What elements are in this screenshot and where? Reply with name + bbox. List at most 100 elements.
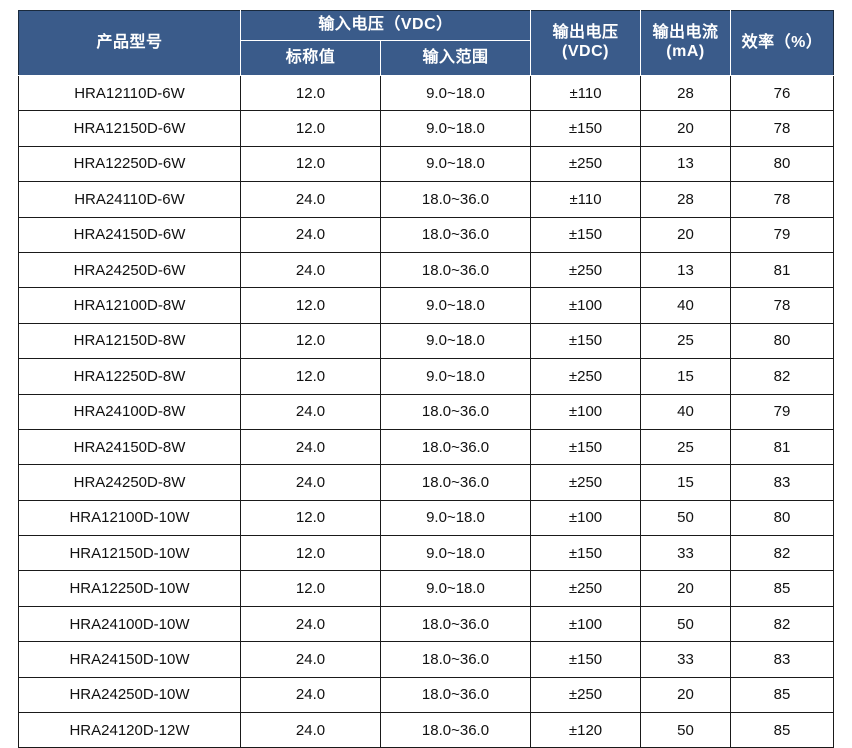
- cell-input-range: 18.0~36.0: [379, 712, 532, 748]
- cell-output-voltage: ±150: [530, 110, 642, 147]
- cell-product-model: HRA24250D-8W: [18, 464, 241, 501]
- cell-nominal-value: 24.0: [240, 641, 381, 678]
- column-header-group-input-voltage: 输入电压（VDC）: [239, 10, 532, 41]
- cell-output-current: 40: [640, 393, 732, 430]
- column-header-output-current-line2: (mA): [666, 43, 705, 60]
- cell-nominal-value: 24.0: [240, 464, 381, 501]
- cell-product-model: HRA12100D-8W: [18, 287, 241, 324]
- cell-output-voltage: ±250: [530, 464, 642, 501]
- cell-input-range: 9.0~18.0: [379, 322, 532, 360]
- cell-output-current: 28: [640, 181, 732, 218]
- table-header-row-1: 产品型号 输入电压（VDC） 输出电压 (VDC) 输出电流 (mA) 效率（%…: [18, 10, 835, 76]
- column-header-output-voltage-line1: 输出电压: [552, 24, 619, 42]
- cell-output-voltage: ±100: [530, 393, 642, 430]
- cell-input-range: 18.0~36.0: [379, 251, 532, 289]
- cell-input-range: 18.0~36.0: [379, 216, 532, 253]
- cell-output-current: 40: [640, 287, 732, 324]
- cell-product-model: HRA12150D-10W: [18, 535, 241, 572]
- cell-output-current: 15: [640, 464, 732, 501]
- table-row: HRA24100D-10W 24.0 18.0~36.0 ±100 50 82: [18, 605, 835, 643]
- cell-output-voltage: ±150: [530, 428, 642, 466]
- cell-input-range: 9.0~18.0: [379, 74, 532, 112]
- cell-output-voltage: ±120: [530, 712, 642, 748]
- cell-input-range: 18.0~36.0: [379, 393, 532, 430]
- cell-output-current: 50: [640, 605, 732, 643]
- table-row: HRA12250D-6W 12.0 9.0~18.0 ±250 13 80: [18, 145, 835, 183]
- column-header-product-model: 产品型号: [18, 10, 241, 76]
- cell-input-range: 18.0~36.0: [379, 605, 532, 643]
- cell-output-voltage: ±250: [530, 570, 642, 607]
- cell-output-voltage: ±150: [530, 216, 642, 253]
- cell-efficiency: 81: [730, 251, 835, 289]
- cell-nominal-value: 12.0: [240, 358, 381, 395]
- cell-output-current: 28: [640, 74, 732, 112]
- cell-input-range: 9.0~18.0: [379, 535, 532, 572]
- cell-output-voltage: ±150: [530, 322, 642, 360]
- table-row: HRA24100D-8W 24.0 18.0~36.0 ±100 40 79: [18, 393, 835, 430]
- table-row: HRA12100D-10W 12.0 9.0~18.0 ±100 50 80: [18, 499, 835, 537]
- cell-product-model: HRA24100D-10W: [18, 605, 241, 643]
- cell-efficiency: 78: [730, 287, 835, 324]
- column-header-output-current-line1: 输出电流: [652, 24, 719, 42]
- cell-nominal-value: 12.0: [240, 322, 381, 360]
- page-canvas: 产品型号 输入电压（VDC） 输出电压 (VDC) 输出电流 (mA) 效率（%…: [0, 0, 852, 748]
- table-row: HRA12250D-10W 12.0 9.0~18.0 ±250 20 85: [18, 570, 835, 607]
- cell-output-voltage: ±250: [530, 676, 642, 714]
- cell-product-model: HRA24150D-8W: [18, 428, 241, 466]
- cell-input-range: 9.0~18.0: [379, 570, 532, 607]
- cell-efficiency: 79: [730, 393, 835, 430]
- cell-output-current: 20: [640, 110, 732, 147]
- cell-product-model: HRA12250D-6W: [18, 145, 241, 183]
- column-header-efficiency: 效率（%）: [730, 10, 835, 76]
- column-header-output-current: 输出电流 (mA): [640, 10, 732, 76]
- table-row: HRA12100D-8W 12.0 9.0~18.0 ±100 40 78: [18, 287, 835, 324]
- cell-efficiency: 78: [730, 110, 835, 147]
- cell-nominal-value: 24.0: [240, 428, 381, 466]
- cell-efficiency: 83: [730, 641, 835, 678]
- cell-product-model: HRA12150D-6W: [18, 110, 241, 147]
- table-row: HRA24250D-10W 24.0 18.0~36.0 ±250 20 85: [18, 676, 835, 714]
- cell-input-range: 18.0~36.0: [379, 428, 532, 466]
- cell-output-voltage: ±250: [530, 145, 642, 183]
- cell-input-range: 18.0~36.0: [379, 181, 532, 218]
- cell-nominal-value: 24.0: [240, 676, 381, 714]
- table-row: HRA24120D-12W 24.0 18.0~36.0 ±120 50 85: [18, 712, 835, 748]
- cell-nominal-value: 12.0: [240, 570, 381, 607]
- cell-product-model: HRA12110D-6W: [18, 74, 241, 112]
- cell-output-current: 13: [640, 145, 732, 183]
- cell-output-voltage: ±100: [530, 499, 642, 537]
- cell-efficiency: 76: [730, 74, 835, 112]
- cell-input-range: 9.0~18.0: [379, 287, 532, 324]
- cell-efficiency: 85: [730, 570, 835, 607]
- cell-product-model: HRA24100D-8W: [18, 393, 241, 430]
- table-row: HRA24150D-10W 24.0 18.0~36.0 ±150 33 83: [18, 641, 835, 678]
- cell-output-current: 25: [640, 322, 732, 360]
- cell-nominal-value: 12.0: [240, 535, 381, 572]
- cell-nominal-value: 24.0: [240, 181, 381, 218]
- cell-output-current: 33: [640, 535, 732, 572]
- column-header-output-voltage-line2: (VDC): [562, 43, 609, 60]
- cell-efficiency: 85: [730, 676, 835, 714]
- cell-efficiency: 80: [730, 499, 835, 537]
- cell-product-model: HRA12150D-8W: [18, 322, 241, 360]
- table-row: HRA24150D-8W 24.0 18.0~36.0 ±150 25 81: [18, 428, 835, 466]
- cell-efficiency: 83: [730, 464, 835, 501]
- cell-product-model: HRA12100D-10W: [18, 499, 241, 537]
- cell-output-current: 20: [640, 216, 732, 253]
- cell-nominal-value: 12.0: [240, 74, 381, 112]
- cell-product-model: HRA24110D-6W: [18, 181, 241, 218]
- cell-input-range: 18.0~36.0: [379, 641, 532, 678]
- table-row: HRA24110D-6W 24.0 18.0~36.0 ±110 28 78: [18, 181, 835, 218]
- cell-efficiency: 80: [730, 322, 835, 360]
- table-row: HRA12110D-6W 12.0 9.0~18.0 ±110 28 76: [18, 74, 835, 112]
- cell-output-current: 25: [640, 428, 732, 466]
- cell-product-model: HRA24250D-6W: [18, 251, 241, 289]
- cell-nominal-value: 12.0: [240, 287, 381, 324]
- cell-input-range: 9.0~18.0: [379, 110, 532, 147]
- cell-output-voltage: ±100: [530, 605, 642, 643]
- column-header-output-voltage: 输出电压 (VDC): [530, 10, 642, 76]
- cell-output-voltage: ±110: [530, 74, 642, 112]
- cell-product-model: HRA12250D-8W: [18, 358, 241, 395]
- cell-efficiency: 80: [730, 145, 835, 183]
- cell-input-range: 9.0~18.0: [379, 358, 532, 395]
